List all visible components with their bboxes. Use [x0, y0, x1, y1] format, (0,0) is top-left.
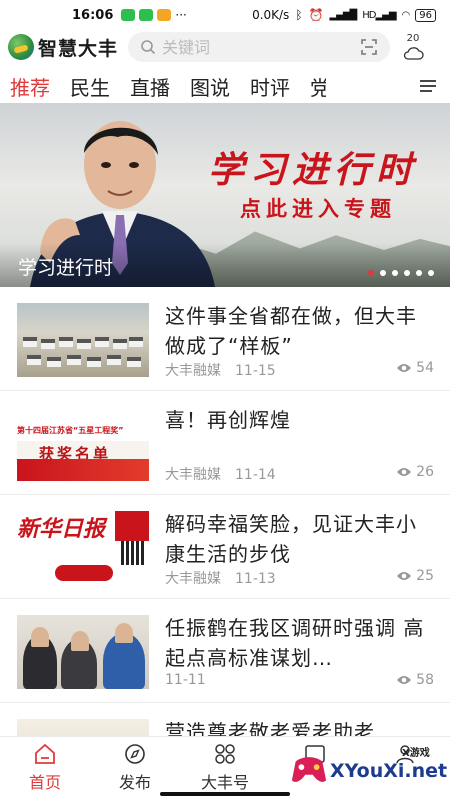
- category-tabs: 推荐 民生 直播 图说 时评 党: [0, 66, 450, 107]
- alarm-icon: ⏰: [308, 8, 324, 22]
- carousel-dots: [368, 270, 434, 276]
- view-count-value: 58: [416, 672, 434, 688]
- grid-icon: [215, 744, 235, 764]
- view-count-value: 54: [416, 360, 434, 376]
- weather-widget[interactable]: 20: [402, 33, 424, 61]
- carousel-dot[interactable]: [416, 270, 422, 276]
- view-count-value: 26: [416, 464, 434, 480]
- nav-home[interactable]: 首页: [0, 737, 90, 800]
- logo-icon: [8, 34, 34, 60]
- carousel-dot[interactable]: [392, 270, 398, 276]
- news-title: 喜！再创辉煌: [165, 408, 291, 432]
- news-meta: 大丰融媒 11-15: [165, 360, 276, 380]
- nav-publish-label: 发布: [118, 773, 151, 792]
- news-date: 11-14: [235, 467, 276, 483]
- news-thumbnail: 第十四届江苏省“五星工程奖” 获奖名单: [17, 407, 149, 481]
- tab-recommend[interactable]: 推荐: [10, 72, 50, 107]
- nav-publish[interactable]: 发布: [90, 737, 180, 800]
- news-meta: 11-11: [165, 672, 206, 688]
- qr-code-icon: [121, 541, 145, 565]
- news-date: 11-15: [235, 363, 276, 379]
- news-source: 大丰融媒: [165, 363, 221, 379]
- notification-icon: [157, 9, 172, 21]
- eye-icon: [397, 572, 412, 580]
- nav-home-label: 首页: [28, 773, 61, 792]
- wechat-icon: [139, 9, 154, 21]
- hd-signal-icon: HD▂▄▆: [362, 9, 396, 21]
- nav-dafeng-account-label: 大丰号: [200, 773, 249, 792]
- news-meta: 大丰融媒 11-14: [165, 464, 276, 484]
- status-bar: 16:06 ··· 0.0K/s ᛒ ⏰ ▂▄▆█ HD▂▄▆ ◠ 96: [0, 0, 450, 30]
- view-count: 54: [396, 360, 434, 376]
- newspaper-masthead: 新华日报: [17, 516, 106, 542]
- home-icon: [35, 743, 55, 764]
- news-item[interactable]: 第十四届江苏省“五星工程奖” 获奖名单 喜！再创辉煌 大丰融媒 11-14 26: [0, 391, 450, 495]
- tab-party[interactable]: 党: [310, 72, 326, 101]
- news-item[interactable]: 这件事全省都在做，但大丰做成了“样板” 大丰融媒 11-15 54: [0, 287, 450, 391]
- watermark-site: XYouXi.net: [330, 760, 448, 782]
- news-title: 解码幸福笑脸，见证大丰小康生活的步伐: [165, 512, 417, 566]
- news-thumbnail: 新华日报: [17, 511, 149, 585]
- news-source: 大丰融媒: [165, 467, 221, 483]
- app-header: 智慧大丰 20: [0, 30, 450, 64]
- wifi-icon: ◠: [401, 9, 411, 21]
- app-name: 智慧大丰: [38, 37, 119, 60]
- search-icon: [141, 40, 156, 55]
- news-source: 大丰融媒: [165, 571, 221, 587]
- carousel-dot[interactable]: [380, 270, 386, 276]
- tab-livelihood[interactable]: 民生: [70, 72, 110, 101]
- tab-live[interactable]: 直播: [130, 72, 170, 101]
- app-logo[interactable]: 智慧大丰: [8, 34, 118, 61]
- news-date: 11-11: [165, 672, 206, 688]
- home-indicator: [160, 792, 290, 796]
- news-thumbnail: [17, 303, 149, 377]
- nav-dafeng-account[interactable]: 大丰号: [180, 737, 270, 800]
- scan-icon[interactable]: [360, 38, 378, 56]
- banner-carousel[interactable]: 学习进行时 点此进入专题 学习进行时: [0, 103, 450, 287]
- view-count: 26: [396, 464, 434, 480]
- view-count: 58: [396, 672, 434, 688]
- network-speed: 0.0K/s: [252, 8, 290, 22]
- carousel-dot[interactable]: [404, 270, 410, 276]
- site-watermark: X游戏 XYouXi.net: [290, 740, 450, 800]
- signal-icon: ▂▄▆█: [329, 9, 357, 21]
- search-input[interactable]: [162, 37, 343, 57]
- battery-indicator: 96: [415, 8, 436, 22]
- wechat-icon: [121, 9, 136, 21]
- watermark-tag: X游戏: [402, 748, 430, 759]
- tab-pictures[interactable]: 图说: [190, 72, 230, 101]
- news-date: 11-13: [235, 571, 276, 587]
- menu-icon[interactable]: [418, 78, 438, 94]
- gamepad-icon: [291, 757, 327, 782]
- bluetooth-icon: ᛒ: [295, 8, 303, 22]
- more-dots-icon: ···: [175, 8, 187, 22]
- news-thumbnail: [17, 615, 149, 689]
- banner-title: 学习进行时: [208, 149, 419, 191]
- banner-subtitle: 点此进入专题: [240, 197, 396, 221]
- view-count-value: 25: [416, 568, 434, 584]
- carousel-dot[interactable]: [428, 270, 434, 276]
- banner-caption: 学习进行时: [18, 257, 114, 279]
- temperature: 20: [406, 33, 420, 44]
- eye-icon: [397, 364, 412, 372]
- tab-commentary[interactable]: 时评: [250, 72, 290, 101]
- eye-icon: [397, 676, 412, 684]
- news-list: 这件事全省都在做，但大丰做成了“样板” 大丰融媒 11-15 54 第十四届江苏省…: [0, 287, 450, 800]
- thumbnail-caption: 第十四届江苏省“五星工程奖”: [17, 425, 149, 441]
- view-count: 25: [396, 568, 434, 584]
- news-meta: 大丰融媒 11-13: [165, 568, 276, 588]
- cloud-icon: [403, 47, 424, 60]
- news-title: 这件事全省都在做，但大丰做成了“样板”: [165, 304, 417, 358]
- search-bar[interactable]: [128, 32, 391, 62]
- news-item[interactable]: 新华日报 解码幸福笑脸，见证大丰小康生活的步伐 大丰融媒 11-13 25: [0, 495, 450, 599]
- carousel-dot[interactable]: [368, 270, 374, 276]
- eye-icon: [397, 468, 412, 476]
- status-time: 16:06: [72, 7, 114, 23]
- news-title: 任振鹤在我区调研时强调 高起点高标准谋划…: [165, 616, 425, 670]
- news-item[interactable]: 任振鹤在我区调研时强调 高起点高标准谋划… 11-11 58: [0, 599, 450, 703]
- compass-icon: [125, 744, 145, 764]
